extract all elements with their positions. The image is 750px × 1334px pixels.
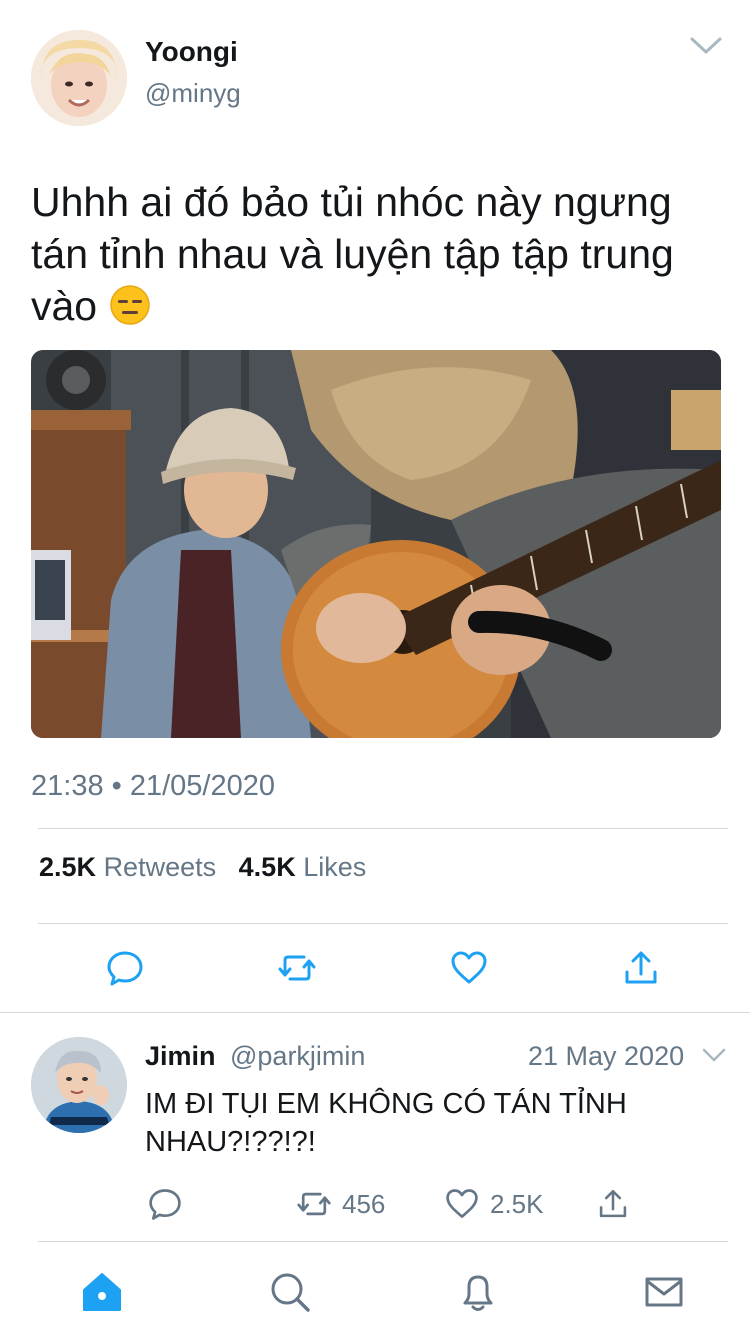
reply-retweet-count: 456 xyxy=(342,1188,386,1219)
reply-date: 21 May 2020 xyxy=(528,1041,685,1071)
like-icon[interactable] xyxy=(449,948,489,988)
reply-author-name[interactable]: Jimin xyxy=(145,1041,216,1072)
retweet-icon[interactable] xyxy=(277,948,317,988)
reply-icon[interactable] xyxy=(105,948,145,988)
author-handle[interactable]: @minyg xyxy=(145,78,241,109)
share-icon[interactable] xyxy=(596,1187,630,1221)
reply-author-handle[interactable]: @parkjimin xyxy=(230,1041,365,1072)
retweet-icon[interactable] xyxy=(296,1186,332,1222)
share-icon[interactable] xyxy=(621,948,661,988)
like-icon[interactable] xyxy=(444,1186,480,1222)
tweet-timestamp: 21:38 • 21/05/2020 xyxy=(31,770,275,802)
reply-like-count: 2.5K xyxy=(490,1188,544,1219)
reply-reply-action[interactable] xyxy=(147,1186,183,1222)
divider xyxy=(38,923,728,924)
avatar[interactable] xyxy=(31,1037,127,1133)
home-icon[interactable] xyxy=(80,1270,124,1314)
retweets-stat[interactable]: 2.5K Retweets xyxy=(39,852,224,882)
divider xyxy=(38,828,728,829)
retweets-label: Retweets xyxy=(103,852,217,882)
bottom-tab-bar xyxy=(0,1242,750,1334)
retweets-count: 2.5K xyxy=(39,852,97,882)
likes-stat[interactable]: 4.5K Likes xyxy=(239,852,367,882)
reply-icon[interactable] xyxy=(147,1186,183,1222)
notifications-icon[interactable] xyxy=(456,1270,500,1314)
tweet-header: Yoongi @minyg xyxy=(0,0,750,150)
reply-tweet[interactable]: Jimin @parkjimin 21 May 2020 IM ĐI TỤI E… xyxy=(0,1013,750,1241)
reply-like-action[interactable]: 2.5K xyxy=(444,1186,544,1222)
expressionless-face-icon xyxy=(109,285,150,325)
chevron-down-icon[interactable] xyxy=(702,1047,726,1063)
likes-count: 4.5K xyxy=(238,852,296,882)
likes-label: Likes xyxy=(303,852,367,882)
tweet-media-photo[interactable] xyxy=(31,350,721,738)
avatar[interactable] xyxy=(31,30,127,126)
messages-icon[interactable] xyxy=(642,1270,686,1314)
tweet-text: Uhhh ai đó bảo tủi nhóc này ngưng tán tỉ… xyxy=(31,176,721,332)
reply-share-action[interactable] xyxy=(596,1186,630,1222)
tweet-stats: 2.5K Retweets 4.5K Likes xyxy=(39,852,366,883)
reply-text: IM ĐI TỤI EM KHÔNG CÓ TÁN TỈNH NHAU?!??!… xyxy=(145,1088,627,1158)
chevron-down-icon[interactable] xyxy=(688,34,724,58)
reply-retweet-action[interactable]: 456 xyxy=(296,1186,385,1222)
author-name[interactable]: Yoongi xyxy=(145,36,238,68)
search-icon[interactable] xyxy=(268,1270,312,1314)
